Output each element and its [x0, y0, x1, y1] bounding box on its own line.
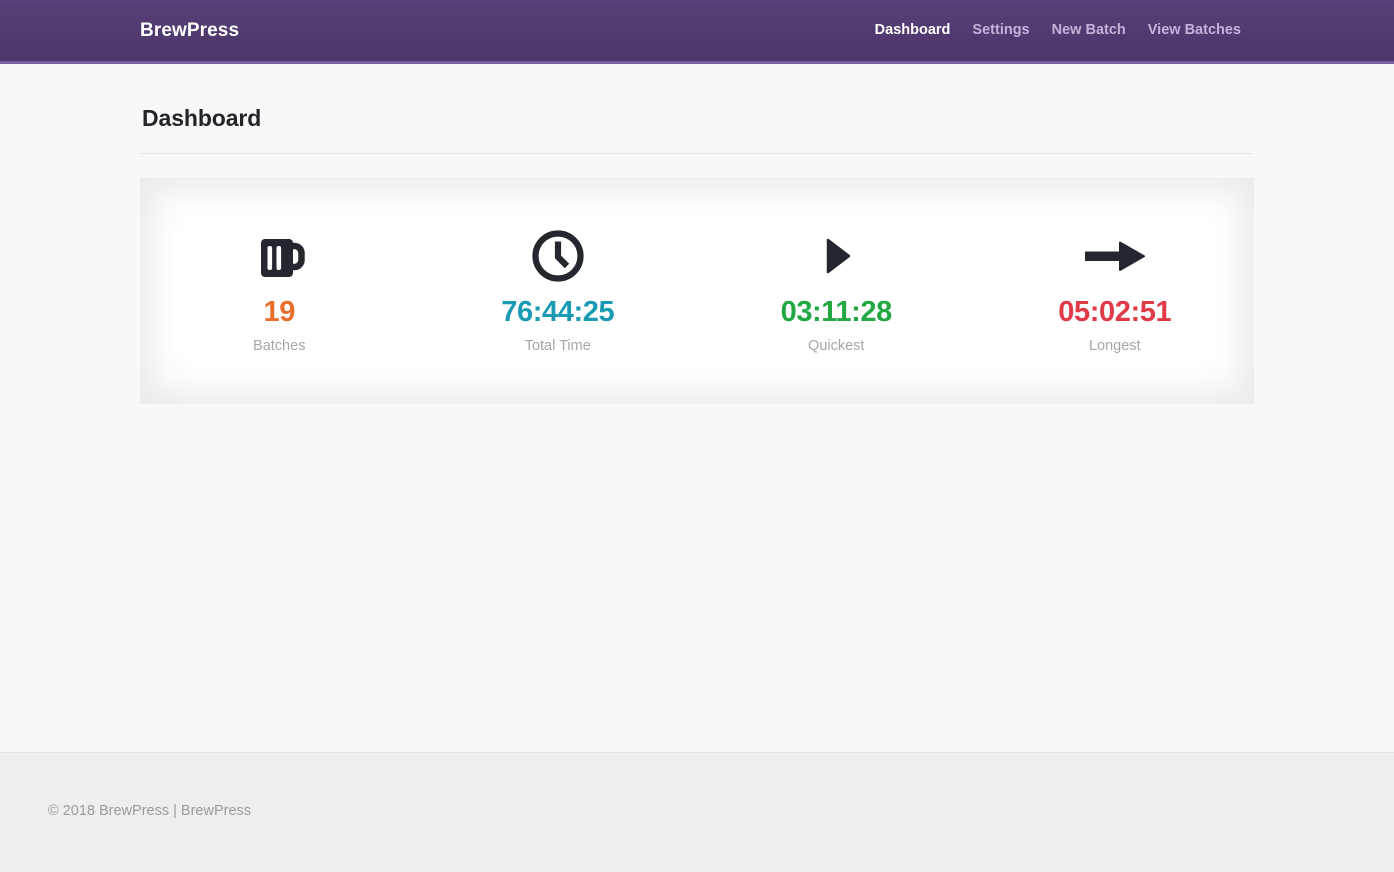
stat-label-total-time: Total Time: [524, 337, 591, 354]
clock-icon: [419, 228, 698, 284]
main-container: Dashboard 19 Batches 76:44:25 Total Time…: [140, 64, 1254, 404]
title-divider: [140, 152, 1254, 154]
stat-value-quickest: 03:11:28: [780, 295, 893, 328]
play-triangle-icon: [697, 228, 976, 284]
stat-card-longest: 05:02:51 Longest: [976, 224, 1255, 354]
navbar-inner: BrewPress Dashboard Settings New Batch V…: [140, 0, 1254, 61]
stat-label-batches: Batches: [253, 337, 306, 354]
nav-links: Dashboard Settings New Batch View Batche…: [864, 23, 1252, 38]
stat-label-longest: Longest: [1088, 337, 1141, 354]
stat-value-batches: 19: [263, 295, 296, 328]
stats-row: 19 Batches 76:44:25 Total Time 03:11:28 …: [140, 178, 1254, 404]
page-footer: © 2018 BrewPress | BrewPress: [0, 752, 1394, 872]
stat-card-batches: 19 Batches: [140, 224, 419, 354]
beer-mug-icon: [140, 228, 419, 284]
nav-link-view-batches[interactable]: View Batches: [1137, 23, 1252, 38]
top-navbar: BrewPress Dashboard Settings New Batch V…: [0, 0, 1394, 64]
stats-panel: 19 Batches 76:44:25 Total Time 03:11:28 …: [140, 177, 1254, 404]
page-title: Dashboard: [142, 105, 262, 131]
stat-card-quickest: 03:11:28 Quickest: [697, 224, 976, 354]
nav-link-dashboard[interactable]: Dashboard: [864, 23, 962, 38]
stat-value-longest: 05:02:51: [1058, 295, 1172, 328]
stat-value-total-time: 76:44:25: [501, 295, 615, 328]
brand-logo[interactable]: BrewPress: [140, 21, 239, 40]
stat-label-quickest: Quickest: [808, 337, 865, 354]
footer-copyright: © 2018 BrewPress | BrewPress: [48, 803, 252, 819]
nav-link-settings[interactable]: Settings: [961, 23, 1040, 38]
arrow-right-icon: [976, 228, 1255, 284]
nav-link-new-batch[interactable]: New Batch: [1041, 23, 1137, 38]
stat-card-total-time: 76:44:25 Total Time: [419, 224, 698, 354]
